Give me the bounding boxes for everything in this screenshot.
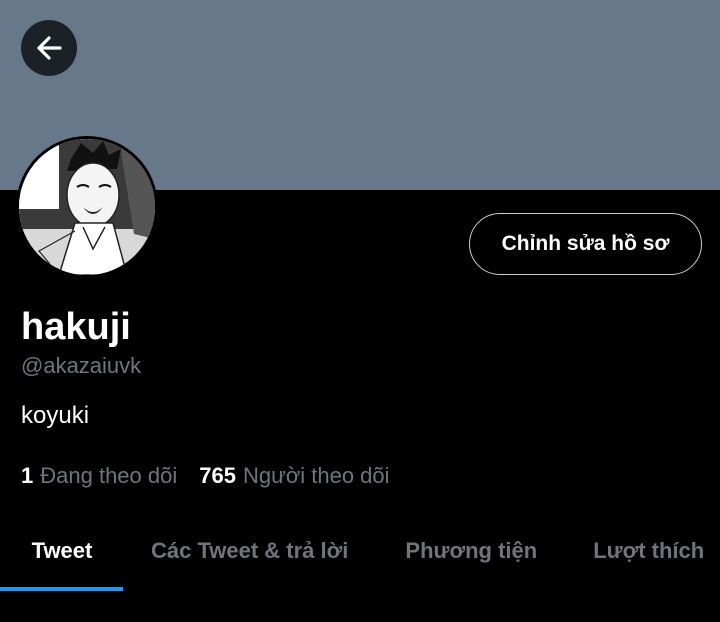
profile-bio: koyuki <box>21 402 90 429</box>
following-label: Đang theo dõi <box>40 463 178 488</box>
tab-media[interactable]: Phương tiện <box>405 516 537 586</box>
tab-tweets[interactable]: Tweet <box>0 516 124 586</box>
edit-profile-button[interactable]: Chỉnh sửa hồ sơ <box>469 213 702 275</box>
profile-tabs: Tweet Các Tweet & trả lời Phương tiện Lư… <box>0 516 720 592</box>
following-link[interactable]: 1 Đang theo dõi <box>21 461 177 491</box>
avatar[interactable] <box>16 136 158 278</box>
followers-link[interactable]: 765 Người theo dõi <box>199 461 389 491</box>
avatar-image <box>19 139 155 275</box>
arrow-left-icon <box>37 36 62 60</box>
display-name: hakuji <box>21 306 131 348</box>
following-count: 1 <box>21 463 34 488</box>
user-handle: @akazaiuvk <box>21 353 142 378</box>
tab-tweets-and-replies[interactable]: Các Tweet & trả lời <box>151 516 348 586</box>
followers-label: Người theo dõi <box>242 463 390 488</box>
back-button[interactable] <box>21 20 77 76</box>
follow-stats: 1 Đang theo dõi 765 Người theo dõi <box>21 461 390 491</box>
tab-likes[interactable]: Lượt thích <box>593 516 704 586</box>
profile-page: Chỉnh sửa hồ sơ hakuji @akazaiuvk koyuki… <box>0 0 720 622</box>
active-tab-indicator <box>0 587 123 591</box>
followers-count: 765 <box>199 463 236 488</box>
